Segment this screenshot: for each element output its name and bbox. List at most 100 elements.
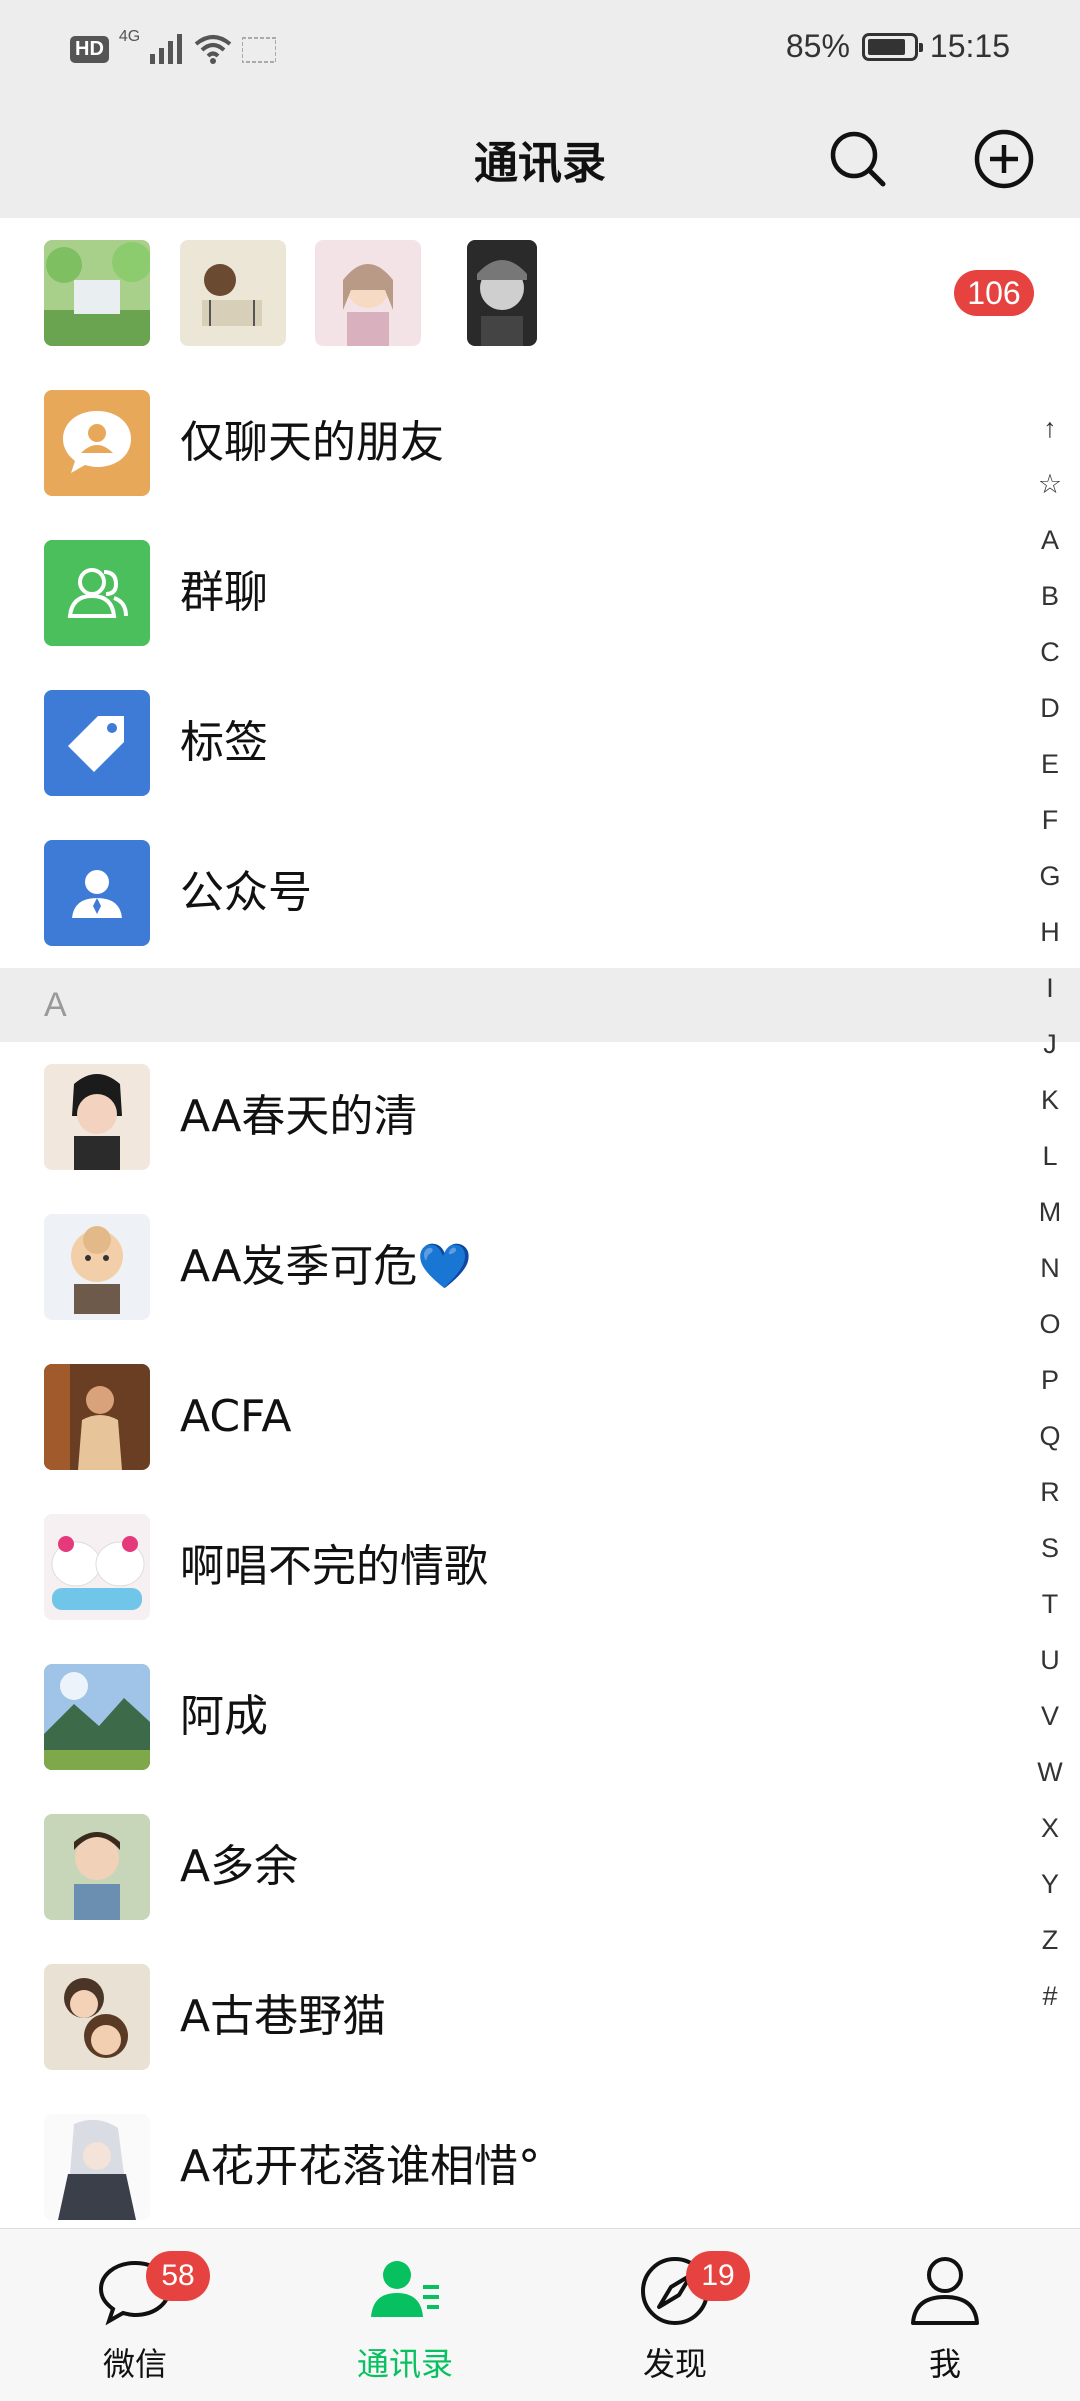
chat-only-friends-row[interactable]: 仅聊天的朋友 <box>0 368 1020 518</box>
row-label: 公众号 <box>180 867 312 918</box>
contact-row[interactable]: ACFA <box>0 1342 1020 1492</box>
index-letter[interactable]: W <box>1020 1744 1080 1800</box>
index-letter[interactable]: U <box>1020 1632 1080 1688</box>
chat-friend-icon-bg <box>44 390 150 496</box>
index-letter[interactable]: ↑ <box>1020 400 1080 456</box>
new-friends-row[interactable]: 106 <box>0 218 1080 368</box>
index-letter[interactable]: O <box>1020 1296 1080 1352</box>
index-letter[interactable]: J <box>1020 1016 1080 1072</box>
section-letter: A <box>44 986 67 1024</box>
recommend-avatar <box>180 240 286 346</box>
contact-avatar <box>44 2114 150 2220</box>
wifi-icon <box>194 35 232 64</box>
recommend-avatar <box>44 240 150 346</box>
index-letter[interactable]: N <box>1020 1240 1080 1296</box>
nav-chats[interactable]: 58 微信 <box>0 2229 270 2401</box>
index-letter[interactable]: K <box>1020 1072 1080 1128</box>
page-title: 通讯录 <box>474 138 606 189</box>
search-icon <box>830 131 886 187</box>
bottom-nav: 58 微信 通讯录 19 发现 我 <box>0 2228 1080 2401</box>
nav-discover[interactable]: 19 发现 <box>540 2229 810 2401</box>
signal-icon <box>150 34 183 64</box>
add-button[interactable] <box>964 119 1044 199</box>
index-letter[interactable]: P <box>1020 1352 1080 1408</box>
contact-name: A古巷野猫 <box>180 1991 387 2042</box>
group-chats-row[interactable]: 群聊 <box>0 518 1020 668</box>
tag-icon <box>68 716 124 772</box>
contact-name: ACFA <box>180 1391 292 1442</box>
index-letter[interactable]: G <box>1020 848 1080 904</box>
contact-row[interactable]: AA春天的清 <box>0 1042 1020 1192</box>
tags-row[interactable]: 标签 <box>0 668 1020 818</box>
row-label: 群聊 <box>180 567 268 618</box>
row-label: 标签 <box>180 717 268 768</box>
chat-friend-icon <box>63 411 131 473</box>
index-letter[interactable]: C <box>1020 624 1080 680</box>
contact-row[interactable]: A花开花落谁相惜° <box>0 2092 1020 2242</box>
status-bar: HD 4G 85% 15:15 <box>0 0 1080 105</box>
status-left: HD 4G <box>70 28 277 64</box>
battery-icon <box>861 32 923 61</box>
index-letter[interactable]: Z <box>1020 1912 1080 1968</box>
contacts-icon <box>371 2261 439 2317</box>
person-icon <box>911 2257 979 2325</box>
search-button[interactable] <box>818 119 898 199</box>
index-letter[interactable]: Y <box>1020 1856 1080 1912</box>
contact-avatar <box>44 1514 150 1620</box>
index-letter[interactable]: D <box>1020 680 1080 736</box>
contact-avatar <box>44 1064 150 1170</box>
contact-avatar <box>44 1364 150 1470</box>
index-letter[interactable]: Q <box>1020 1408 1080 1464</box>
index-letter[interactable]: L <box>1020 1128 1080 1184</box>
contact-row[interactable]: 阿成 <box>0 1642 1020 1792</box>
index-letter[interactable]: I <box>1020 960 1080 1016</box>
clock: 15:15 <box>929 28 1010 64</box>
index-letter[interactable]: T <box>1020 1576 1080 1632</box>
index-letter[interactable]: X <box>1020 1800 1080 1856</box>
network-type: 4G <box>118 28 141 45</box>
group-chat-icon <box>67 568 128 618</box>
index-letter[interactable]: H <box>1020 904 1080 960</box>
group-chat-icon-bg <box>44 540 150 646</box>
contact-avatar <box>44 1214 150 1320</box>
index-letter[interactable]: B <box>1020 568 1080 624</box>
nav-contacts[interactable]: 通讯录 <box>270 2229 540 2401</box>
contact-avatar <box>44 1664 150 1770</box>
index-letter[interactable]: A <box>1020 512 1080 568</box>
index-letter[interactable]: V <box>1020 1688 1080 1744</box>
battery-fill <box>867 38 906 55</box>
contact-name: AA岌季可危💙 <box>180 1241 473 1292</box>
contact-avatar <box>44 1964 150 2070</box>
index-letter[interactable]: S <box>1020 1520 1080 1576</box>
new-friends-badge: 106 <box>954 270 1034 316</box>
index-letter[interactable]: F <box>1020 792 1080 848</box>
index-letter[interactable]: ☆ <box>1020 456 1080 512</box>
add-circle-icon <box>974 129 1034 189</box>
status-right: 85% 15:15 <box>786 28 1010 65</box>
contact-row[interactable]: A古巷野猫 <box>0 1942 1020 2092</box>
battery-percent: 85% <box>785 28 850 64</box>
index-letter[interactable]: # <box>1020 1968 1080 2024</box>
alphabet-index-bar[interactable]: ↑ ☆ A B C D E F G H I J K L M N O P Q R S T U V W X Y Z # <box>1020 400 1080 2024</box>
official-account-icon <box>72 870 122 918</box>
contact-name: A花开花落谁相惜° <box>180 2141 541 2192</box>
contact-row[interactable]: A多余 <box>0 1792 1020 1942</box>
contact-row[interactable]: AA岌季可危💙 <box>0 1192 1020 1342</box>
nav-icon-wrap <box>270 2251 540 2331</box>
contact-name: A多余 <box>180 1841 299 1892</box>
nav-icon-wrap <box>810 2251 1080 2331</box>
contact-name: AA春天的清 <box>180 1091 418 1142</box>
contact-row[interactable]: 啊唱不完的情歌 <box>0 1492 1020 1642</box>
nav-label: 微信 <box>102 2345 167 2383</box>
nav-icon-wrap <box>0 2251 270 2331</box>
nav-label: 通讯录 <box>356 2345 453 2383</box>
official-account-icon-bg <box>44 840 150 946</box>
contact-name: 阿成 <box>180 1691 268 1742</box>
index-letter[interactable]: R <box>1020 1464 1080 1520</box>
contact-name: 啊唱不完的情歌 <box>180 1541 488 1592</box>
nav-me[interactable]: 我 <box>810 2229 1080 2401</box>
index-letter[interactable]: M <box>1020 1184 1080 1240</box>
index-letter[interactable]: E <box>1020 736 1080 792</box>
chats-badge: 58 <box>146 2251 210 2301</box>
official-accounts-row[interactable]: 公众号 <box>0 818 1020 968</box>
